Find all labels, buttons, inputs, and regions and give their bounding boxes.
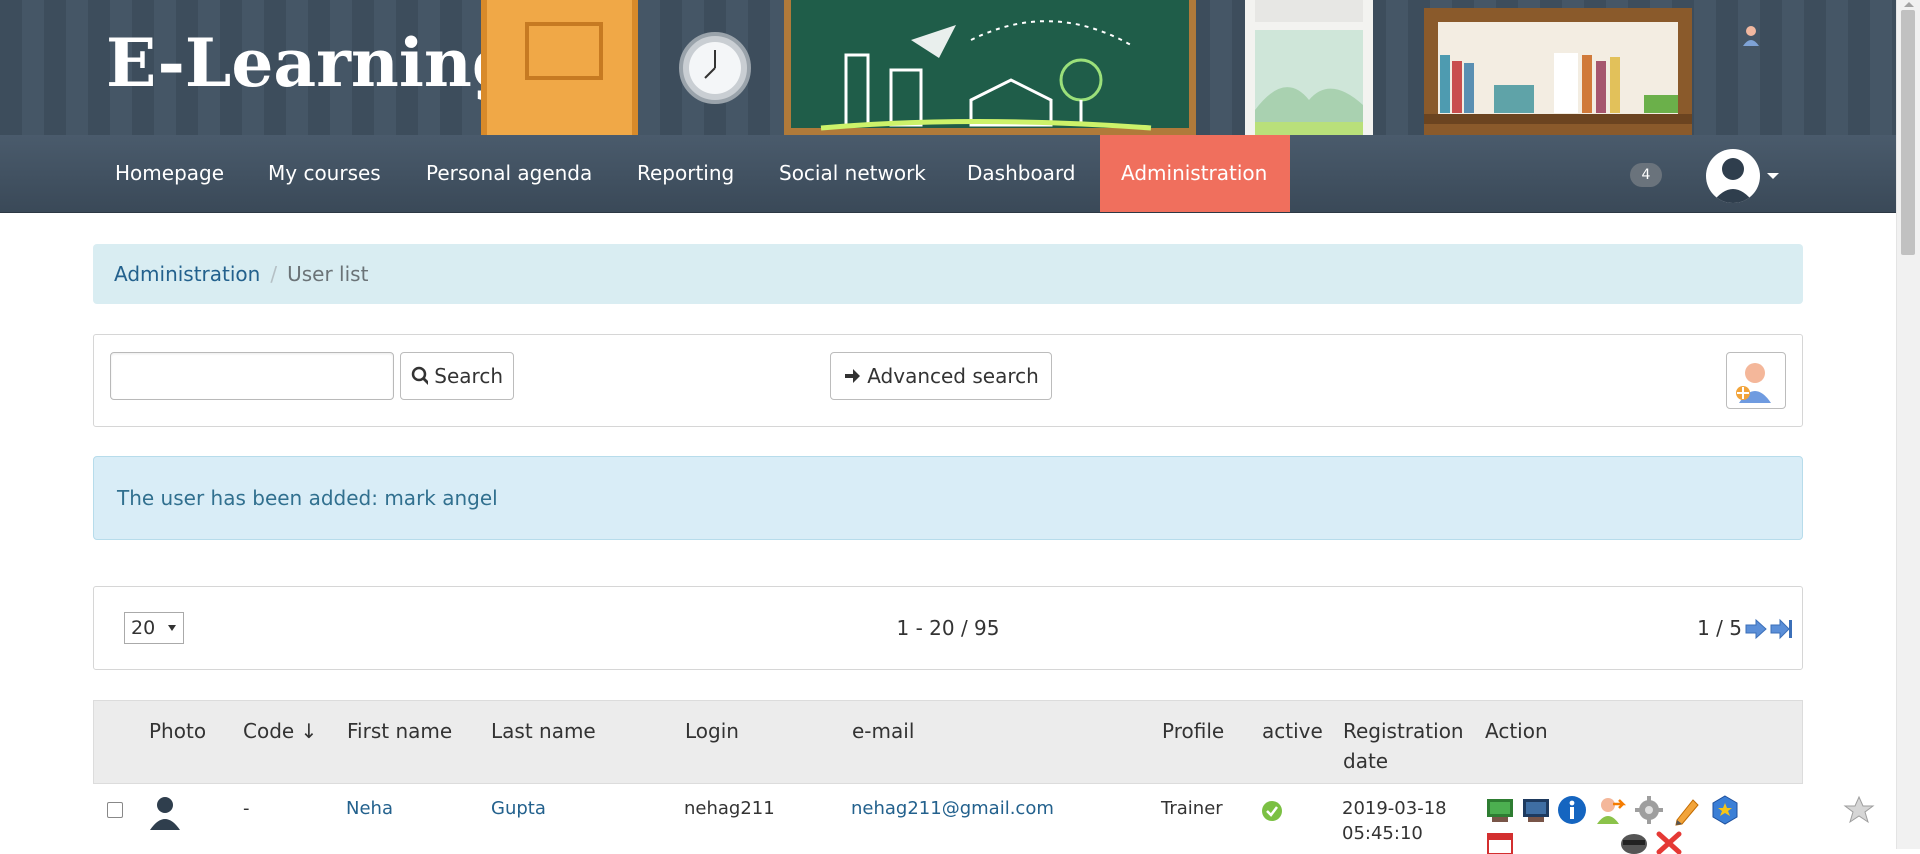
nav-my-courses[interactable]: My courses xyxy=(247,135,402,212)
main-navbar: Homepage My courses Personal agenda Repo… xyxy=(0,135,1896,213)
col-action: Action xyxy=(1485,719,1548,743)
session-icon[interactable] xyxy=(1520,794,1552,826)
edit-icon[interactable] xyxy=(1671,794,1703,826)
chevron-down-icon xyxy=(168,625,176,631)
search-panel: Search Advanced search xyxy=(93,334,1803,427)
calendar-icon[interactable] xyxy=(1484,830,1516,854)
cell-registration-time: 05:45:10 xyxy=(1342,823,1423,844)
banner-door-illustration xyxy=(481,0,638,135)
banner-clock-illustration xyxy=(679,32,751,104)
pagination-panel: 1 - 20 / 95 20 1 / 5 xyxy=(93,586,1803,670)
col-first-name[interactable]: First name xyxy=(347,716,452,746)
header-banner: E-Learning xyxy=(0,0,1896,135)
check-icon[interactable] xyxy=(1261,800,1283,822)
small-user-icon xyxy=(1741,24,1761,46)
col-active[interactable]: active xyxy=(1262,716,1323,746)
scrollbar-thumb[interactable] xyxy=(1901,10,1915,255)
next-page-icon[interactable] xyxy=(1744,618,1768,640)
search-icon xyxy=(411,366,429,385)
star-icon[interactable] xyxy=(1843,794,1875,826)
advanced-search-label: Advanced search xyxy=(867,364,1039,388)
reports-icon[interactable] xyxy=(1633,794,1665,826)
breadcrumb: Administration / User list xyxy=(93,244,1803,304)
banner-chalkboard-illustration xyxy=(784,0,1196,135)
col-registration-line1: Registration xyxy=(1343,719,1464,743)
search-button[interactable]: Search xyxy=(400,352,514,400)
advanced-search-button[interactable]: Advanced search xyxy=(830,352,1052,400)
nav-homepage[interactable]: Homepage xyxy=(94,135,245,212)
col-photo: Photo xyxy=(149,719,207,743)
col-login[interactable]: Login xyxy=(685,716,739,746)
success-alert: The user has been added: mark angel xyxy=(93,456,1803,540)
nav-reporting[interactable]: Reporting xyxy=(616,135,755,212)
cell-login: nehag211 xyxy=(684,798,775,819)
nav-dashboard[interactable]: Dashboard xyxy=(946,135,1097,212)
scroll-up-icon[interactable] xyxy=(1904,2,1914,7)
nav-personal-agenda[interactable]: Personal agenda xyxy=(405,135,613,212)
page-indicator: 1 / 5 xyxy=(1697,616,1742,640)
page-scrollbar[interactable] xyxy=(1896,0,1920,849)
per-page-select[interactable]: 20 xyxy=(124,612,184,644)
anonymize-icon[interactable] xyxy=(1618,830,1650,854)
breadcrumb-administration[interactable]: Administration xyxy=(114,262,260,286)
col-code[interactable]: Code ↓ xyxy=(243,716,317,746)
add-user-icon xyxy=(1736,362,1771,403)
user-avatar-icon[interactable] xyxy=(1706,149,1760,203)
cell-code: - xyxy=(243,798,250,819)
cell-first-name[interactable]: Neha xyxy=(346,796,393,821)
breadcrumb-separator: / xyxy=(270,262,278,286)
badge-icon[interactable] xyxy=(1709,794,1741,826)
col-profile[interactable]: Profile xyxy=(1162,716,1224,746)
search-button-label: Search xyxy=(434,364,503,388)
site-logo[interactable]: E-Learning xyxy=(106,24,518,102)
nav-social-network[interactable]: Social network xyxy=(758,135,947,212)
row-select-checkbox[interactable] xyxy=(107,802,123,818)
add-user-button[interactable] xyxy=(1726,352,1786,409)
per-page-value: 20 xyxy=(131,617,156,639)
arrow-right-icon xyxy=(845,369,861,383)
cell-registration-day: 2019-03-18 xyxy=(1342,798,1447,819)
user-photo-icon xyxy=(148,794,182,830)
search-input[interactable] xyxy=(110,352,394,400)
table-row: - Neha Gupta nehag211 nehag211@gmail.com… xyxy=(93,784,1875,854)
last-page-icon[interactable] xyxy=(1770,618,1794,640)
table-header: Photo Code ↓ First name Last name Login … xyxy=(93,700,1803,784)
col-registration-date[interactable]: Registration date xyxy=(1343,716,1464,776)
banner-picture-illustration xyxy=(1245,0,1373,135)
result-range: 1 - 20 / 95 xyxy=(896,616,1000,640)
cell-email[interactable]: nehag211@gmail.com xyxy=(851,796,1054,821)
info-icon[interactable] xyxy=(1556,794,1588,826)
col-registration-line2: date xyxy=(1343,749,1389,773)
col-email[interactable]: e-mail xyxy=(852,716,914,746)
breadcrumb-current: User list xyxy=(287,262,369,286)
banner-bookshelf-illustration xyxy=(1424,8,1692,135)
cell-registration-date: 2019-03-18 05:45:10 xyxy=(1342,796,1447,846)
cell-profile: Trainer xyxy=(1161,798,1223,819)
cell-last-name[interactable]: Gupta xyxy=(491,796,546,821)
notification-count-badge[interactable]: 4 xyxy=(1630,163,1662,187)
nav-administration[interactable]: Administration xyxy=(1100,135,1290,212)
delete-icon[interactable] xyxy=(1653,830,1685,854)
course-icon[interactable] xyxy=(1484,794,1516,826)
col-last-name[interactable]: Last name xyxy=(491,716,596,746)
chevron-down-icon[interactable] xyxy=(1767,173,1779,179)
login-as-icon[interactable] xyxy=(1595,794,1627,826)
